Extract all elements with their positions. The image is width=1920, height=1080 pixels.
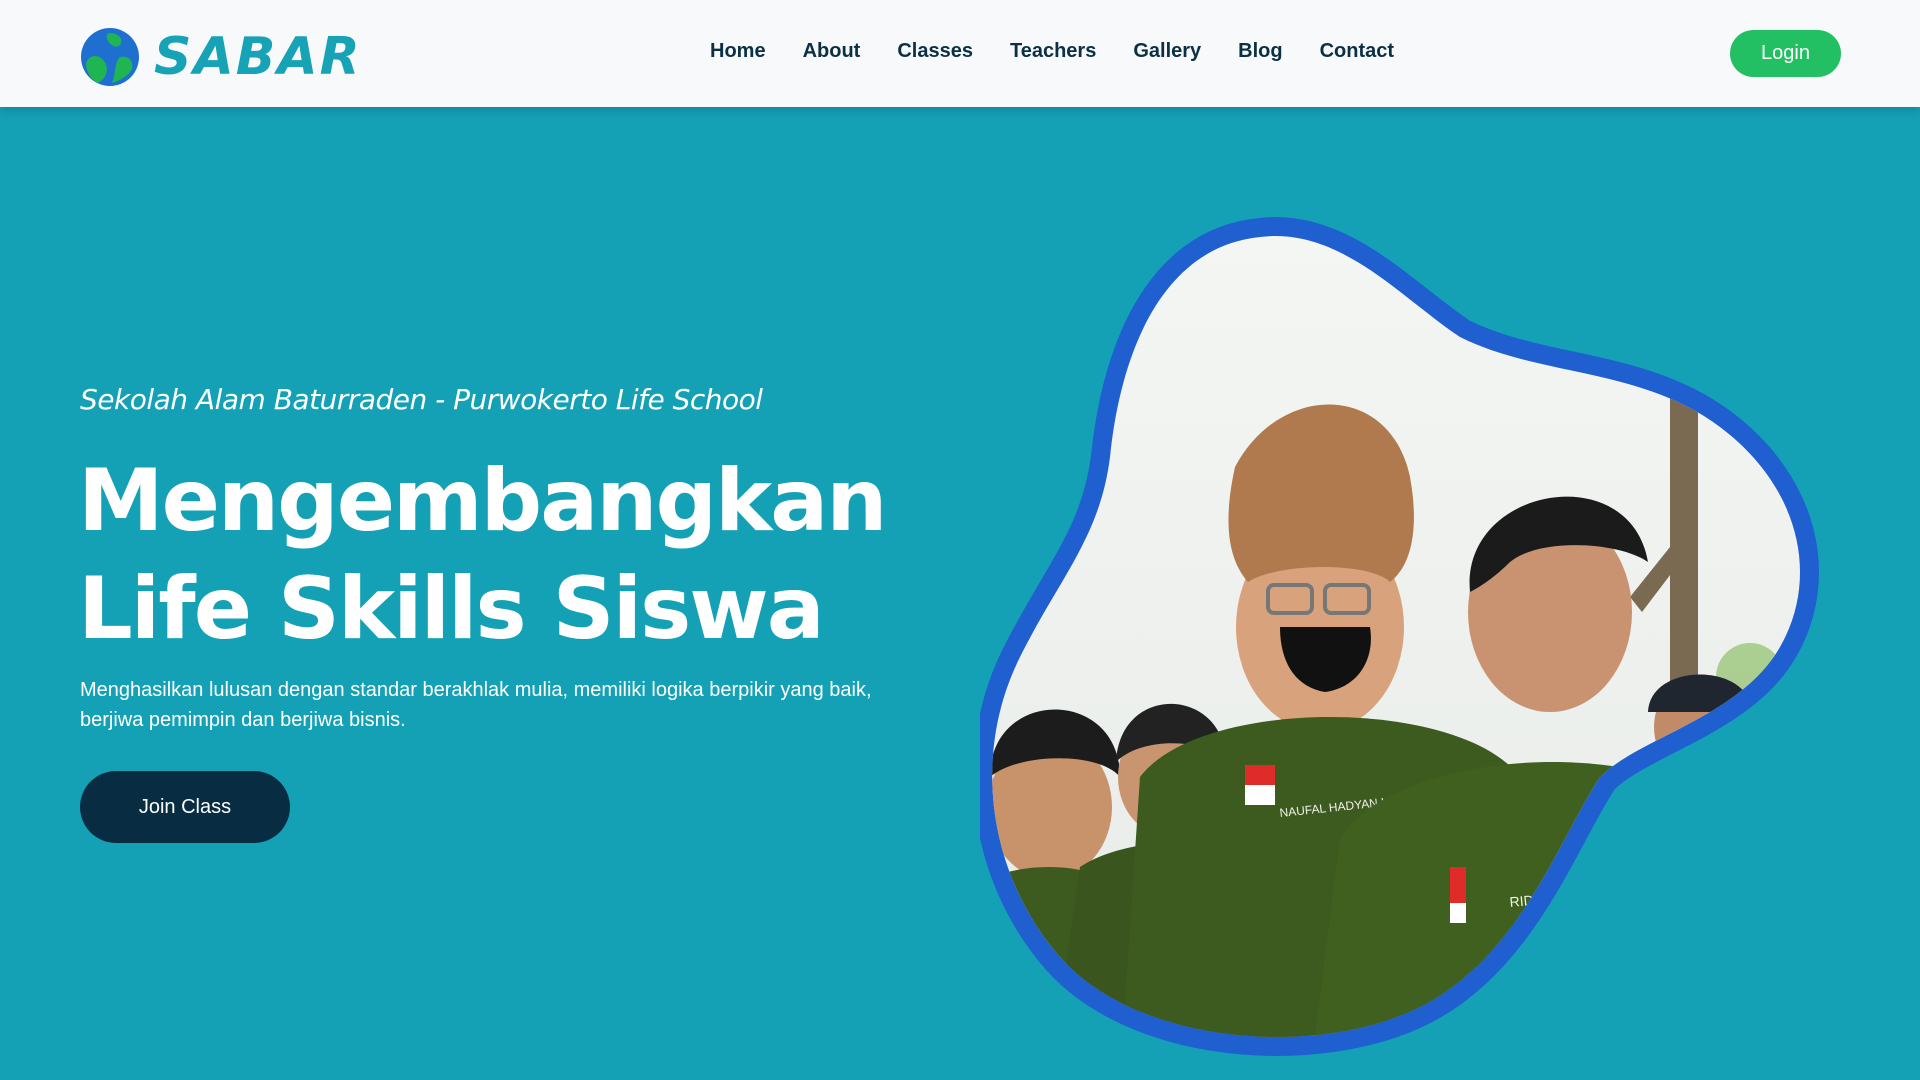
nav-contact[interactable]: Contact — [1320, 40, 1394, 62]
hero-description: Menghasilkan lulusan dengan standar bera… — [80, 679, 872, 731]
nav-blog[interactable]: Blog — [1238, 40, 1282, 62]
nav-gallery[interactable]: Gallery — [1133, 40, 1201, 62]
hero-photo: NAUFAL HADYAN H RIDWAN S — [980, 217, 1819, 1056]
logo-link[interactable]: SABAR — [80, 27, 362, 87]
site-header: SABAR Home About Classes Teachers Galler… — [0, 0, 1920, 107]
logo-text: SABAR — [154, 27, 362, 87]
hero-headline: Mengembangkan Life Skills Siswa — [78, 451, 887, 659]
nav-classes[interactable]: Classes — [897, 40, 973, 62]
students-photo: NAUFAL HADYAN H RIDWAN S — [992, 236, 1800, 1037]
login-button[interactable]: Login — [1730, 30, 1841, 77]
nav-teachers[interactable]: Teachers — [1010, 40, 1096, 62]
hero-section: Sekolah Alam Baturraden - Purwokerto Lif… — [0, 107, 1920, 1080]
globe-logo-icon — [81, 28, 139, 86]
hero-subtitle: Sekolah Alam Baturraden - Purwokerto Lif… — [80, 383, 763, 416]
main-nav: Home About Classes Teachers Gallery Blog… — [710, 40, 1394, 63]
nav-about[interactable]: About — [803, 40, 861, 62]
join-class-button[interactable]: Join Class — [80, 771, 290, 843]
nav-home[interactable]: Home — [710, 40, 766, 62]
